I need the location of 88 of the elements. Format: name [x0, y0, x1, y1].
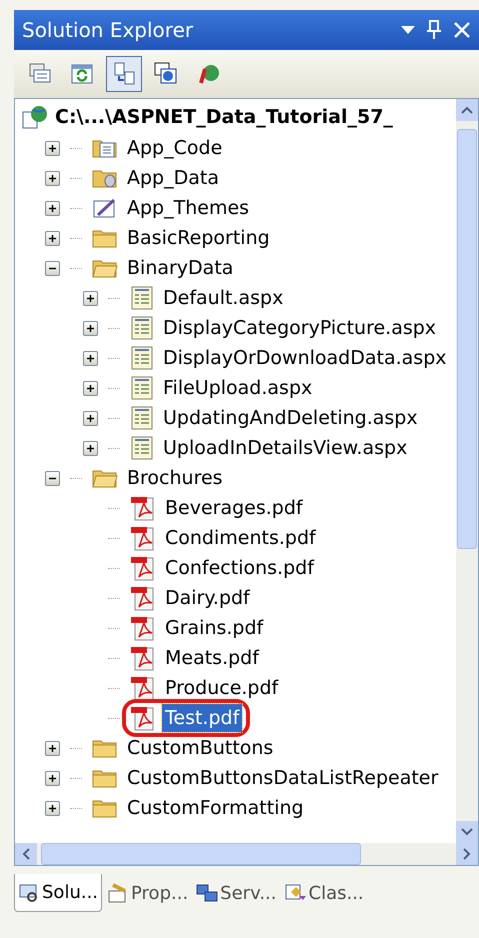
vertical-scrollbar[interactable] [456, 99, 478, 843]
dropdown-arrow-icon[interactable] [401, 26, 415, 34]
tree-item-label[interactable]: UploadInDetailsView.aspx [160, 434, 410, 462]
web-page-icon [130, 406, 154, 430]
tree-item-label[interactable]: Produce.pdf [162, 674, 282, 702]
tree-item-label[interactable]: BinaryData [124, 254, 236, 282]
expand-toggle[interactable] [45, 170, 60, 186]
plus-icon [48, 174, 57, 182]
expand-toggle[interactable] [45, 770, 60, 786]
plus-icon [48, 234, 57, 242]
web-page-icon [130, 316, 154, 340]
tree-item-label[interactable]: Dairy.pdf [162, 584, 253, 612]
pdf-file-icon [130, 585, 156, 611]
horizontal-scrollbar[interactable] [15, 843, 478, 865]
close-icon[interactable] [453, 21, 471, 39]
tree-item-label[interactable]: App_Themes [124, 194, 252, 222]
plus-icon [86, 444, 95, 452]
plus-icon [86, 414, 95, 422]
panel-tab[interactable]: Clas... [282, 874, 367, 912]
web-project-icon [21, 104, 49, 130]
tab-label: Serv... [220, 882, 276, 906]
panel-tab[interactable]: Prop... [104, 874, 192, 912]
pdf-file-icon [130, 645, 156, 671]
tree-item-label[interactable]: UpdatingAndDeleting.aspx [160, 404, 421, 432]
tree-item-label[interactable]: App_Data [124, 164, 222, 192]
tree-item-label[interactable]: Test.pdf [162, 704, 242, 732]
expand-toggle[interactable] [83, 290, 98, 306]
scroll-down-icon[interactable] [461, 828, 473, 836]
tree-item-label[interactable]: Condiments.pdf [162, 524, 319, 552]
expand-toggle[interactable] [83, 380, 98, 396]
plus-icon [48, 804, 57, 812]
tree-item-label[interactable]: Default.aspx [160, 284, 286, 312]
plus-icon [86, 294, 95, 302]
tree-item-label[interactable]: CustomFormatting [124, 794, 307, 822]
search-icon [18, 882, 40, 904]
tree-item-label[interactable]: CustomButtonsDataListRepeater [124, 764, 442, 792]
tree-item-label[interactable]: Beverages.pdf [162, 494, 306, 522]
tree-item-label[interactable]: BasicReporting [124, 224, 273, 252]
pdf-file-icon [130, 705, 156, 731]
expand-toggle[interactable] [83, 440, 98, 456]
expand-toggle[interactable] [45, 140, 60, 156]
tree-item-label[interactable]: DisplayCategoryPicture.aspx [160, 314, 440, 342]
computers-icon [196, 882, 218, 904]
themes-folder-icon [92, 197, 118, 219]
pdf-file-icon [130, 555, 156, 581]
plus-icon [48, 204, 57, 212]
project-root-label[interactable]: C:\...\ASPNET_Data_Tutorial_57_ [55, 102, 393, 132]
tree-item-label[interactable]: Brochures [124, 464, 226, 492]
collapse-toggle[interactable] [45, 470, 60, 486]
scroll-up-icon[interactable] [461, 106, 473, 114]
expand-toggle[interactable] [45, 200, 60, 216]
tree-item-label[interactable]: Meats.pdf [162, 644, 262, 672]
plus-icon [86, 384, 95, 392]
pdf-file-icon [130, 525, 156, 551]
scroll-right-icon[interactable] [463, 848, 471, 860]
expand-toggle[interactable] [45, 800, 60, 816]
plus-icon [48, 744, 57, 752]
pdf-file-icon [130, 615, 156, 641]
pdf-file-icon [130, 495, 156, 521]
expand-toggle[interactable] [83, 350, 98, 366]
web-page-icon [130, 346, 154, 370]
tree-item-label[interactable]: Confections.pdf [162, 554, 317, 582]
window-title: Solution Explorer [22, 17, 194, 44]
scroll-left-icon[interactable] [22, 848, 30, 860]
panel-tab[interactable]: Serv... [193, 874, 280, 912]
plus-icon [48, 144, 57, 152]
web-page-icon [130, 376, 154, 400]
plus-icon [86, 354, 95, 362]
tree-item-label[interactable]: CustomButtons [124, 734, 276, 762]
web-page-icon [130, 286, 154, 310]
tree-item-label[interactable]: Grains.pdf [162, 614, 266, 642]
pin-icon[interactable] [427, 20, 441, 40]
tab-label: Prop... [131, 882, 188, 906]
tab-label: Clas... [308, 882, 364, 906]
plus-icon [48, 774, 57, 782]
tree-item-label[interactable]: DisplayOrDownloadData.aspx [160, 344, 450, 372]
tree-item-label[interactable]: FileUpload.aspx [160, 374, 316, 402]
panel-tab[interactable]: Solu... [14, 874, 102, 912]
collapse-toggle[interactable] [45, 260, 60, 276]
tab-label: Solu... [42, 881, 98, 905]
tree-item-label[interactable]: App_Code [124, 134, 226, 162]
web-page-icon [130, 436, 154, 460]
expand-toggle[interactable] [83, 410, 98, 426]
expand-toggle[interactable] [45, 230, 60, 246]
plus-icon [86, 324, 95, 332]
documents-button[interactable] [106, 56, 142, 92]
expand-toggle[interactable] [83, 320, 98, 336]
expand-toggle[interactable] [45, 740, 60, 756]
